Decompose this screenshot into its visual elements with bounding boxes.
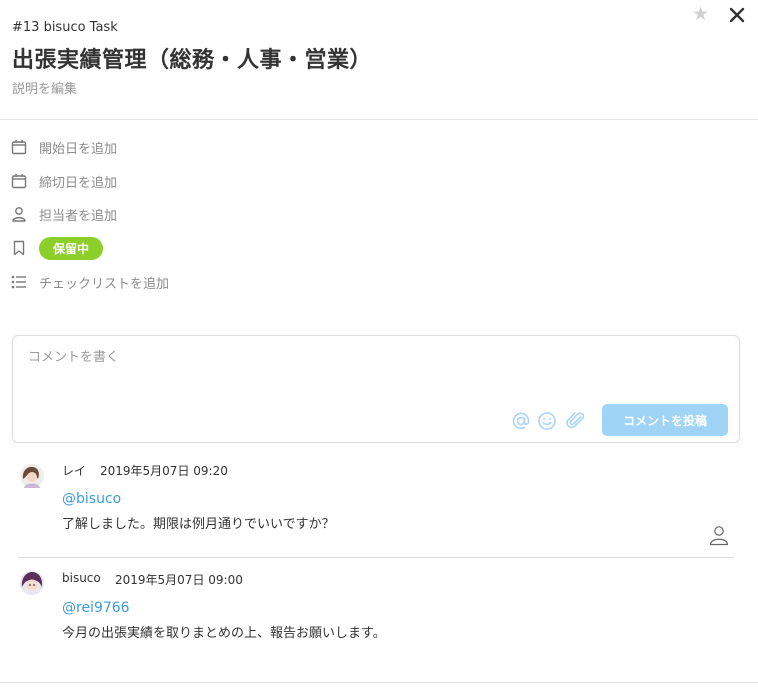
avatar[interactable]	[20, 464, 44, 488]
add-assignee[interactable]: 担当者を追加	[10, 202, 117, 226]
task-id: #13 bisuco Task	[12, 20, 118, 35]
avatar[interactable]	[20, 571, 44, 595]
calendar-icon	[10, 172, 28, 190]
comment-body: 今月の出張実績を取りまとめの上、報告お願いします。	[62, 626, 386, 641]
bottom-divider	[0, 682, 758, 683]
person-icon[interactable]	[708, 524, 730, 546]
assignee-label: 担当者を追加	[39, 208, 118, 224]
comment-body: 了解しました。期限は例月通りでいいですか？	[62, 517, 335, 532]
task-title[interactable]: 出張実績管理（総務・人事・営業）	[12, 42, 372, 74]
comment-date: 2019年5月07日 09:20	[100, 464, 228, 478]
person-icon	[10, 205, 28, 223]
smiley-icon[interactable]	[536, 410, 558, 432]
add-checklist[interactable]: チェックリストを追加	[10, 270, 169, 294]
list-icon	[10, 273, 28, 291]
bookmark-icon	[10, 239, 28, 257]
add-due-date[interactable]: 締切日を追加	[10, 169, 117, 193]
edit-description-link[interactable]: 説明を編集	[12, 78, 77, 97]
comment-mention[interactable]: @bisuco	[62, 491, 121, 507]
comment-author: bisuco	[62, 571, 101, 585]
comment-input[interactable]	[28, 347, 588, 367]
post-comment-button[interactable]: コメントを投稿	[602, 404, 728, 436]
status-row[interactable]: 保留中	[10, 236, 104, 260]
comment-author: レイ	[62, 464, 87, 478]
paperclip-icon[interactable]	[565, 410, 587, 432]
task-header: #13 bisuco Task 出張実績管理（総務・人事・営業） 説明を編集 ★	[0, 0, 758, 120]
status-badge[interactable]: 保留中	[39, 236, 104, 260]
checklist-label: チェックリストを追加	[39, 276, 170, 292]
star-icon[interactable]: ★	[692, 4, 712, 24]
comment-form: コメントを投稿	[12, 335, 740, 443]
calendar-icon	[10, 138, 28, 156]
comment-date: 2019年5月07日 09:00	[115, 573, 243, 587]
due-date-label: 締切日を追加	[39, 175, 118, 191]
close-icon[interactable]	[727, 5, 747, 25]
start-date-label: 開始日を追加	[39, 141, 118, 157]
at-icon[interactable]	[510, 410, 532, 432]
add-start-date[interactable]: 開始日を追加	[10, 135, 117, 159]
comment-divider	[18, 557, 734, 558]
comment-mention[interactable]: @rei9766	[62, 600, 130, 616]
